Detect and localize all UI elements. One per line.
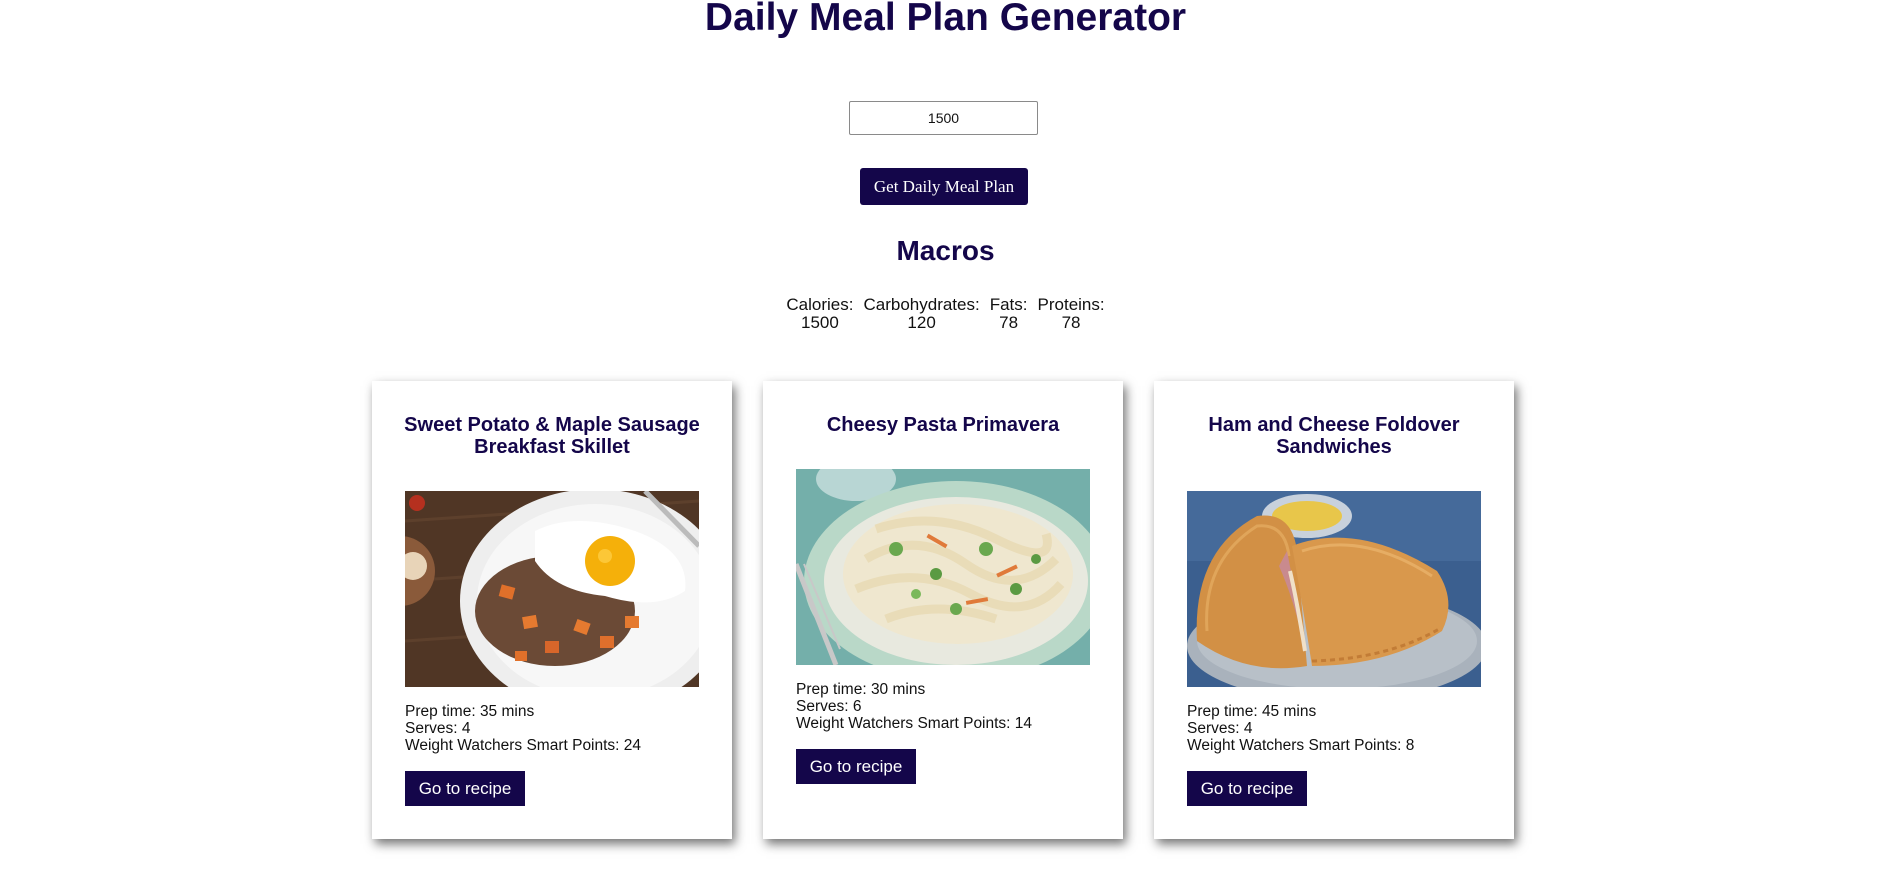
meal-smart-points: Weight Watchers Smart Points: 24 (405, 737, 642, 754)
macro-value: 1500 (801, 313, 839, 332)
macro-label: Fats: (989, 295, 1028, 314)
macros-summary: Calories: 1500 Carbohydrates: 120 Fats: … (0, 296, 1891, 332)
meal-image-skillet (405, 491, 699, 687)
meal-image-sandwich (1187, 491, 1481, 687)
macro-calories: Calories: 1500 (786, 296, 853, 332)
meal-serves: Serves: 4 (405, 720, 471, 737)
meal-info: Prep time: 30 mins Serves: 6 Weight Watc… (796, 681, 1103, 732)
macro-carbohydrates: Carbohydrates: 120 (863, 296, 979, 332)
go-to-recipe-button[interactable]: Go to recipe (1187, 771, 1307, 806)
meal-smart-points: Weight Watchers Smart Points: 14 (796, 715, 1033, 732)
meal-title: Cheesy Pasta Primavera (826, 414, 1060, 436)
meal-title: Ham and Cheese Foldover Sandwiches (1208, 414, 1460, 458)
meal-card-breakfast: Sweet Potato & Maple Sausage Breakfast S… (372, 381, 732, 839)
meal-info: Prep time: 35 mins Serves: 4 Weight Watc… (405, 703, 712, 754)
go-to-recipe-button[interactable]: Go to recipe (796, 749, 916, 784)
macro-label: Calories: (786, 295, 854, 314)
meal-prep-time: Prep time: 35 mins (405, 703, 535, 720)
macro-fats: Fats: 78 (990, 296, 1028, 332)
go-to-recipe-button[interactable]: Go to recipe (405, 771, 525, 806)
macro-value: 120 (907, 313, 936, 332)
macro-label: Proteins: (1037, 295, 1105, 314)
meal-card-dinner: Ham and Cheese Foldover Sandwiches Prep … (1154, 381, 1514, 839)
meal-smart-points: Weight Watchers Smart Points: 8 (1187, 737, 1415, 754)
meal-serves: Serves: 6 (796, 698, 862, 715)
meal-serves: Serves: 4 (1187, 720, 1253, 737)
page: Daily Meal Plan Generator Get Daily Meal… (0, 0, 1891, 895)
calories-input[interactable] (849, 101, 1038, 135)
macro-value: 78 (1061, 313, 1081, 332)
meal-card-lunch: Cheesy Pasta Primavera Prep time: 30 min… (763, 381, 1123, 839)
page-title: Daily Meal Plan Generator (704, 0, 1187, 39)
meal-title: Sweet Potato & Maple Sausage Breakfast S… (404, 414, 700, 458)
macro-value: 78 (999, 313, 1019, 332)
meal-info: Prep time: 45 mins Serves: 4 Weight Watc… (1187, 703, 1494, 754)
meal-image-pasta (796, 469, 1090, 665)
macro-label: Carbohydrates: (863, 295, 980, 314)
meal-prep-time: Prep time: 45 mins (1187, 703, 1317, 720)
meal-prep-time: Prep time: 30 mins (796, 681, 926, 698)
get-meal-plan-button[interactable]: Get Daily Meal Plan (860, 168, 1028, 205)
macros-heading: Macros (896, 235, 995, 266)
macro-proteins: Proteins: 78 (1038, 296, 1105, 332)
